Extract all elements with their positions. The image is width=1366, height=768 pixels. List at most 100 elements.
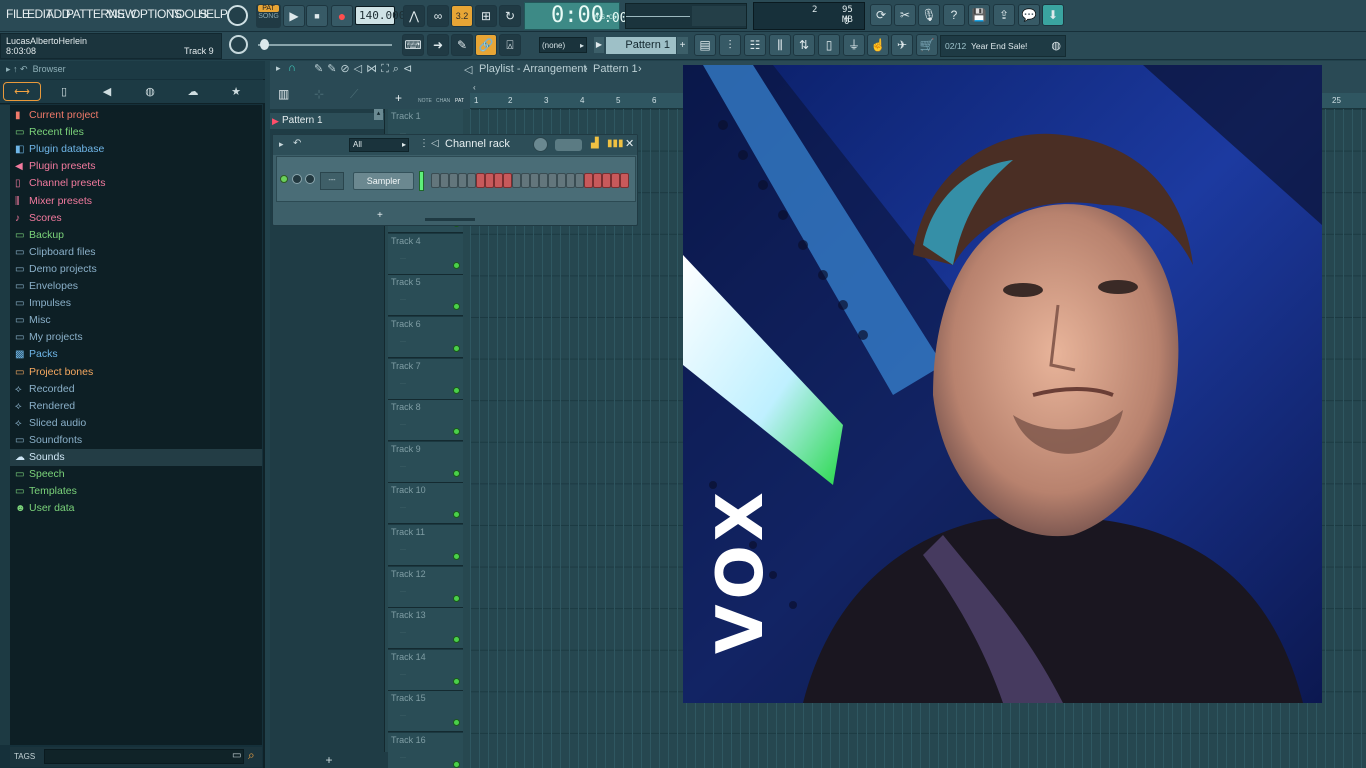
save-button[interactable]: 💾 bbox=[968, 4, 990, 26]
add-pattern-button[interactable]: + bbox=[677, 37, 688, 54]
browser-item-plugin-presets[interactable]: ◀ Plugin presets bbox=[10, 158, 262, 175]
step-button[interactable] bbox=[566, 173, 575, 188]
tempo-display[interactable]: 140.000 bbox=[355, 6, 405, 25]
browser-item-plugin-database[interactable]: ◧ Plugin database bbox=[10, 141, 262, 158]
track-mute-led[interactable] bbox=[453, 594, 460, 602]
close-icon[interactable]: ✕ bbox=[625, 137, 634, 150]
swing-knob[interactable] bbox=[533, 137, 548, 152]
browser-item-packs[interactable]: ▩ Packs bbox=[10, 346, 262, 363]
pattern-selector-dropdown[interactable]: (none) ▸ bbox=[539, 37, 587, 53]
piano-roll-button[interactable]: ⫶ bbox=[719, 34, 741, 56]
step-button[interactable] bbox=[476, 173, 485, 188]
step-button[interactable] bbox=[557, 173, 566, 188]
track-mute-led[interactable] bbox=[453, 386, 460, 394]
add-pattern-footer-button[interactable]: + bbox=[270, 752, 388, 768]
tab-pat[interactable]: PAT bbox=[455, 98, 464, 104]
step-button[interactable] bbox=[602, 173, 611, 188]
track-header[interactable]: Track 4 ··· bbox=[388, 233, 463, 275]
tags-search-input[interactable] bbox=[44, 749, 244, 764]
browser-item-mixer-presets[interactable]: ⫼ Mixer presets bbox=[10, 193, 262, 210]
tempo-tapper-button[interactable]: ⇅ bbox=[793, 34, 815, 56]
step-button[interactable] bbox=[584, 173, 593, 188]
step-button[interactable] bbox=[449, 173, 458, 188]
master-pitch-knob[interactable] bbox=[229, 35, 248, 54]
browser-item-speech[interactable]: ▭ Speech bbox=[10, 466, 262, 483]
step-button[interactable] bbox=[485, 173, 494, 188]
track-header[interactable]: Track 8 ··· bbox=[388, 400, 463, 442]
position-slider[interactable] bbox=[258, 44, 392, 46]
browser-item-envelopes[interactable]: ▭ Envelopes bbox=[10, 278, 262, 295]
more-options-icon[interactable]: ⋮ bbox=[419, 138, 429, 149]
tab-online[interactable]: ◍ bbox=[131, 82, 169, 101]
undo-history-button[interactable]: ⟳ bbox=[870, 4, 892, 26]
step-sequencer-icon[interactable]: ▮▮▮ bbox=[607, 138, 624, 149]
browser-item-project-bones[interactable]: ▭ Project bones bbox=[10, 364, 262, 381]
channel-volume-knob[interactable] bbox=[292, 174, 302, 184]
step-button[interactable] bbox=[575, 173, 584, 188]
playlist-tools[interactable]: ✎✎⊘◁⋈⛶⌕⊲ bbox=[314, 62, 416, 76]
loop-button[interactable]: ↻ bbox=[499, 5, 521, 27]
tab-favorites[interactable]: ★ bbox=[217, 82, 255, 101]
browser-toggle-button[interactable]: ▯ bbox=[818, 34, 840, 56]
track-mute-led[interactable] bbox=[453, 511, 460, 519]
channel-mute-led[interactable] bbox=[280, 175, 288, 183]
track-header[interactable]: Track 6 ··· bbox=[388, 317, 463, 358]
playlist-menu-arrow-icon[interactable]: ▸ bbox=[276, 63, 281, 74]
pencil-mode-button[interactable]: ✎ bbox=[451, 34, 473, 56]
scroll-left-icon[interactable]: ‹ bbox=[473, 83, 483, 93]
track-header[interactable]: Track 10 ··· bbox=[388, 483, 463, 525]
step-button[interactable] bbox=[467, 173, 476, 188]
track-header[interactable]: Track 13 ··· bbox=[388, 608, 463, 650]
channel-rack-scrollbar[interactable] bbox=[425, 218, 475, 221]
magnet-icon[interactable]: ∩ bbox=[288, 62, 296, 74]
track-mute-led[interactable] bbox=[453, 553, 460, 560]
step-button[interactable] bbox=[440, 173, 449, 188]
record-button[interactable]: ● bbox=[331, 5, 353, 27]
step-button[interactable] bbox=[503, 173, 512, 188]
shop-button[interactable]: 🛒 bbox=[916, 34, 938, 56]
picker-piano-icon[interactable]: ▥ bbox=[278, 87, 289, 101]
channel-select-indicator[interactable] bbox=[419, 171, 424, 191]
step-button[interactable] bbox=[512, 173, 521, 188]
menu-file[interactable]: FILE bbox=[6, 7, 30, 21]
pat-song-switch[interactable]: PAT SONG bbox=[256, 4, 281, 28]
browser-item-my-projects[interactable]: ▭ My projects bbox=[10, 329, 262, 346]
browser-item-recent-files[interactable]: ▭ Recent files bbox=[10, 124, 262, 141]
browser-item-backup[interactable]: ▭ Backup bbox=[10, 227, 262, 244]
track-mute-led[interactable] bbox=[453, 761, 460, 768]
step-edit-button[interactable]: ⊞ bbox=[475, 5, 497, 27]
step-button[interactable] bbox=[593, 173, 602, 188]
download-button[interactable]: ⬇ bbox=[1042, 4, 1064, 26]
step-button[interactable] bbox=[458, 173, 467, 188]
browser-item-user-data[interactable]: ☻ User data bbox=[10, 500, 262, 517]
step-button[interactable] bbox=[530, 173, 539, 188]
track-mute-led[interactable] bbox=[453, 469, 460, 477]
chat-button[interactable]: 💬 bbox=[1018, 4, 1040, 26]
channel-filter-dropdown[interactable]: All ▸ bbox=[349, 138, 409, 152]
pattern-prev-button[interactable]: ▶ bbox=[594, 37, 604, 53]
browser-item-scores[interactable]: ♪ Scores bbox=[10, 210, 262, 227]
step-button[interactable] bbox=[620, 173, 629, 188]
step-button[interactable] bbox=[521, 173, 530, 188]
browser-item-current-project[interactable]: ▮ Current project bbox=[10, 107, 262, 124]
track-header[interactable]: Track 15 ··· bbox=[388, 691, 463, 733]
export-button[interactable]: ⇪ bbox=[993, 4, 1015, 26]
stamp-button[interactable]: ⍓ bbox=[499, 34, 521, 56]
step-button[interactable] bbox=[431, 173, 440, 188]
channel-name-button[interactable]: Sampler bbox=[353, 172, 414, 190]
typing-keyboard-button[interactable]: ⌨ bbox=[402, 34, 424, 56]
browser-item-demo-projects[interactable]: ▭ Demo projects bbox=[10, 261, 262, 278]
folder-icon[interactable]: ▭ bbox=[232, 750, 241, 761]
browser-item-impulses[interactable]: ▭ Impulses bbox=[10, 295, 262, 312]
browser-scrollbar[interactable] bbox=[0, 105, 10, 745]
browser-item-sounds[interactable]: ☁ Sounds bbox=[10, 449, 262, 466]
countdown-button[interactable]: 3.2 bbox=[451, 5, 473, 27]
browser-item-rendered[interactable]: ⟡ Rendered bbox=[10, 398, 262, 415]
channel-pan-knob[interactable] bbox=[305, 174, 315, 184]
add-track-button[interactable]: + bbox=[395, 91, 402, 105]
track-mute-led[interactable] bbox=[453, 261, 460, 269]
cut-button[interactable]: ✂ bbox=[894, 4, 916, 26]
pattern-name-display[interactable]: Pattern 1 bbox=[606, 37, 676, 54]
browser-item-recorded[interactable]: ⟡ Recorded bbox=[10, 381, 262, 398]
news-panel[interactable]: 02/12 Year End Sale! ◍ bbox=[940, 35, 1066, 57]
